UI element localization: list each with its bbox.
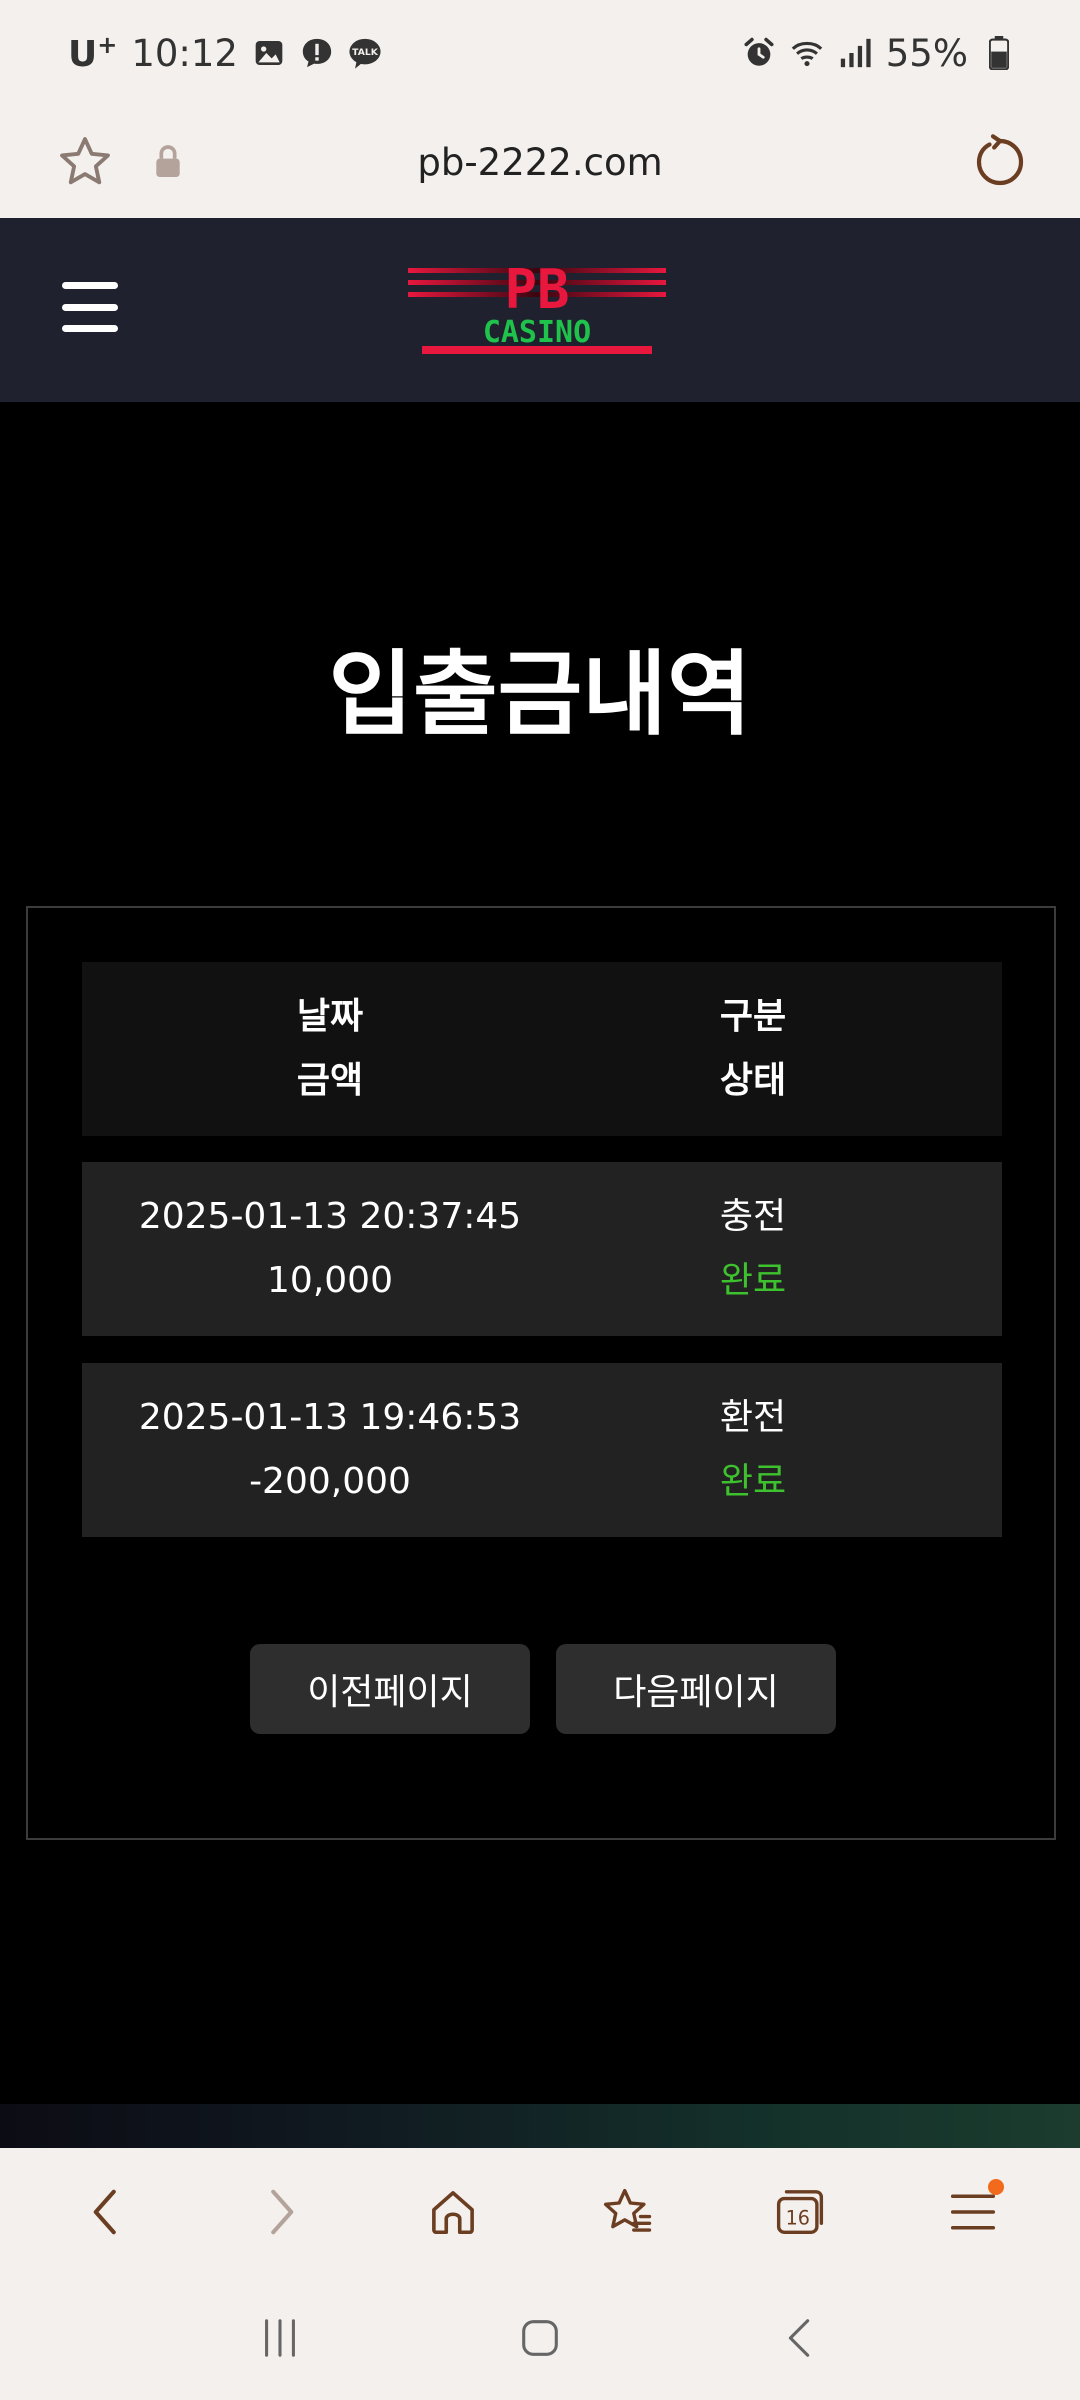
status-right: 55%	[742, 32, 1016, 75]
battery-percent: 55%	[885, 31, 968, 75]
battery-icon	[982, 36, 1016, 70]
home-button[interactable]	[408, 2167, 498, 2257]
status-time: 10:12	[131, 31, 238, 75]
row-amount: 10,000	[267, 1260, 393, 1301]
menu-icon[interactable]	[62, 282, 118, 332]
home-square-icon	[522, 2320, 558, 2356]
back-button[interactable]	[62, 2167, 152, 2257]
forward-arrow-icon	[271, 2189, 294, 2235]
table-row: 2025-01-13 20:37:45 10,000 충전 완료	[82, 1162, 1002, 1336]
home-system-button[interactable]	[500, 2298, 580, 2378]
transaction-history-panel: 날짜 금액 구분 상태 2025-01-13 20:37:45 10,000 충…	[26, 906, 1056, 1840]
page-title: 입출금내역	[328, 641, 752, 748]
header-status: 상태	[719, 1060, 787, 1101]
lock-icon[interactable]	[148, 142, 188, 182]
back-arrow-icon	[93, 2189, 116, 2235]
back-chevron-icon	[788, 2319, 810, 2357]
table-row: 2025-01-13 19:46:53 -200,000 환전 완료	[82, 1363, 1002, 1537]
back-system-button[interactable]	[760, 2298, 840, 2378]
site-logo[interactable]: PB CASINO	[404, 262, 670, 362]
logo-text-top: PB	[504, 262, 569, 321]
browser-bottom-nav: 16	[0, 2148, 1080, 2276]
bookmark-star-icon[interactable]	[56, 133, 114, 191]
recent-apps-button[interactable]	[240, 2298, 320, 2378]
status-bar: U+ 10:12 TALK 55%	[0, 0, 1080, 106]
browser-address-bar: pb-2222.com	[0, 106, 1080, 218]
talk-notification-icon: TALK	[348, 36, 382, 70]
site-footer-strip	[0, 2104, 1080, 2148]
recent-apps-icon	[265, 2319, 295, 2357]
bookmarks-button[interactable]	[582, 2167, 672, 2257]
row-type: 충전	[719, 1196, 787, 1237]
home-icon	[432, 2191, 475, 2235]
signal-icon	[838, 36, 872, 70]
forward-button[interactable]	[235, 2167, 325, 2257]
bookmarks-star-icon	[603, 2188, 651, 2232]
wifi-icon	[790, 36, 824, 70]
system-nav-bar	[0, 2276, 1080, 2400]
reload-icon[interactable]	[972, 134, 1028, 190]
carrier-label: U+	[68, 31, 118, 75]
row-type: 환전	[719, 1397, 787, 1438]
header-amount: 금액	[296, 1060, 364, 1101]
row-date: 2025-01-13 20:37:45	[138, 1196, 522, 1237]
tabs-icon: 16	[776, 2190, 824, 2234]
menu-button[interactable]	[928, 2167, 1018, 2257]
site-header: PB CASINO	[0, 218, 1080, 402]
status-left: U+ 10:12 TALK	[68, 31, 382, 75]
row-date: 2025-01-13 19:46:53	[138, 1397, 522, 1438]
pagination: 이전페이지 다음페이지	[250, 1644, 836, 1734]
svg-text:TALK: TALK	[352, 47, 379, 58]
tab-count: 16	[786, 2206, 810, 2229]
row-status: 완료	[719, 1461, 787, 1502]
alarm-icon	[742, 36, 776, 70]
gallery-notification-icon	[252, 36, 286, 70]
notification-dot	[988, 2179, 1005, 2195]
header-type: 구분	[719, 996, 787, 1037]
tabs-button[interactable]: 16	[755, 2167, 845, 2257]
row-amount: -200,000	[249, 1461, 411, 1502]
logo-text-bottom: CASINO	[483, 315, 591, 350]
alert-notification-icon	[300, 36, 334, 70]
header-date: 날짜	[296, 996, 364, 1037]
next-page-button[interactable]: 다음페이지	[556, 1644, 836, 1734]
row-status: 완료	[719, 1260, 787, 1301]
table-header: 날짜 금액 구분 상태	[82, 962, 1002, 1136]
prev-page-button[interactable]: 이전페이지	[250, 1644, 530, 1734]
